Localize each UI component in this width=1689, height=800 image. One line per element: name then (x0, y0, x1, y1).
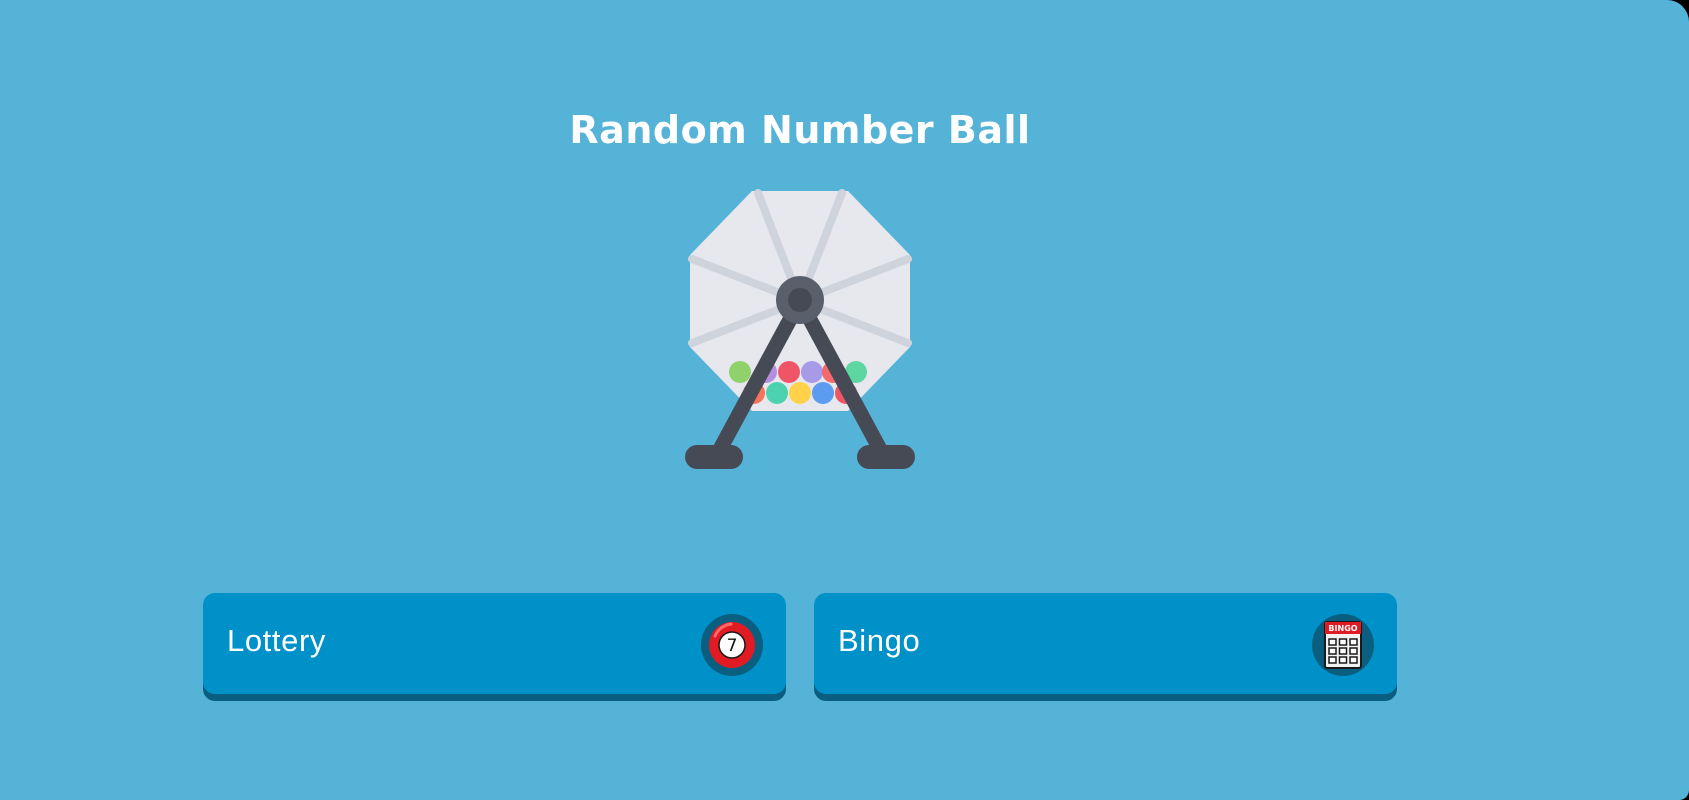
lottery-drum-illustration (680, 185, 920, 475)
lottery-ball-number: 7 (727, 636, 738, 656)
app-title: Random Number Ball (569, 108, 1031, 152)
lottery-drum-icon (685, 189, 915, 469)
lottery-ball-icon: 7 (701, 614, 763, 676)
bingo-button[interactable]: Bingo BINGO (814, 593, 1397, 694)
lottery-button[interactable]: Lottery 7 (203, 593, 786, 694)
app-screen: Random Number Ball Lottery 7 Bingo BINGO (0, 0, 1689, 800)
bingo-card-header: BINGO (1328, 624, 1357, 633)
bingo-button-label: Bingo (838, 623, 921, 658)
lottery-button-label: Lottery (227, 623, 326, 658)
bingo-card-icon: BINGO (1312, 614, 1374, 676)
